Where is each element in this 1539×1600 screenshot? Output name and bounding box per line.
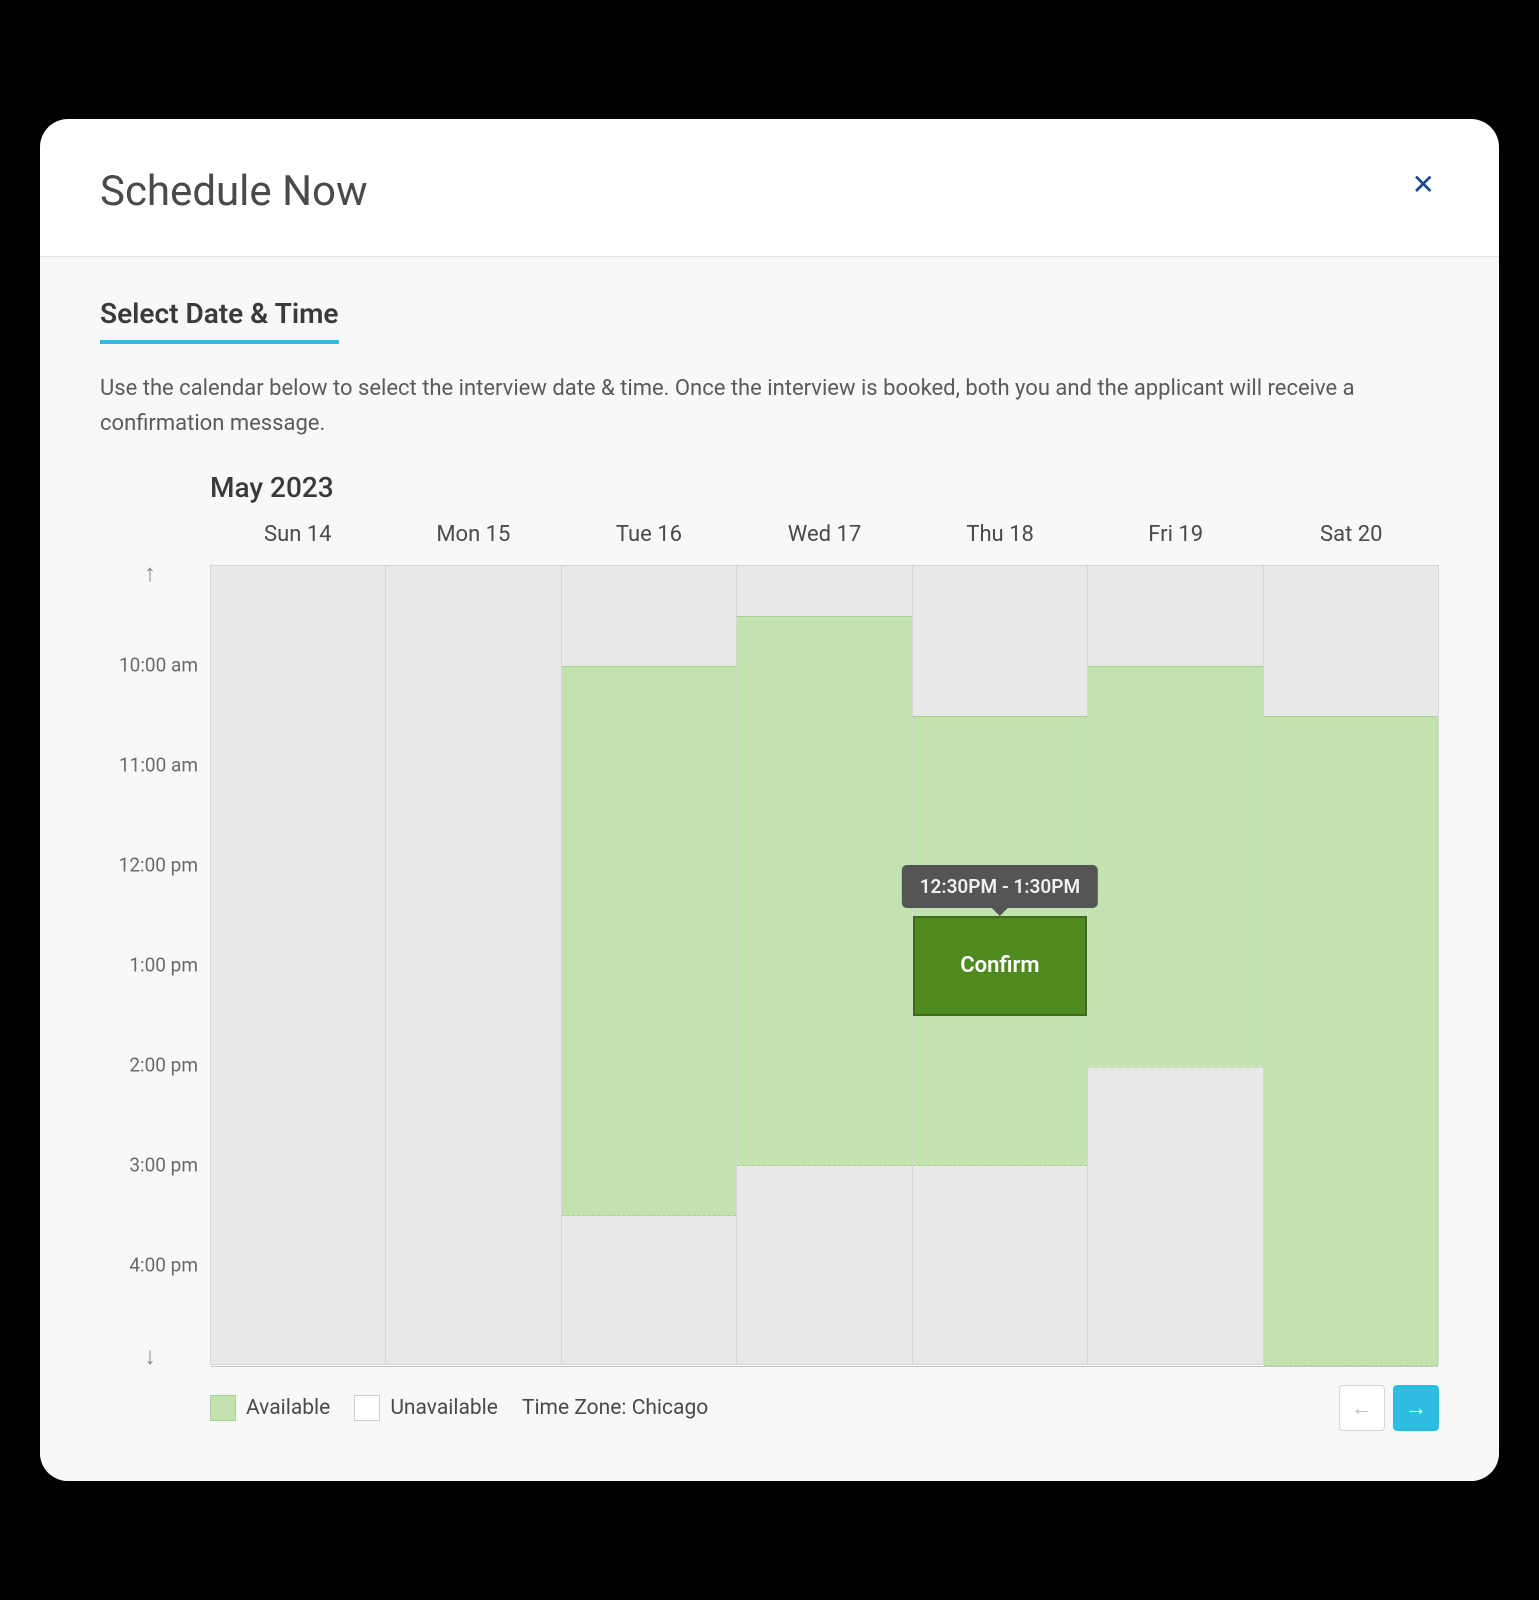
gridline (211, 1366, 1438, 1367)
time-label: 3:00 pm (129, 1153, 198, 1176)
schedule-modal: Schedule Now ✕ Select Date & Time Use th… (40, 119, 1499, 1480)
available-block[interactable] (737, 616, 911, 1166)
day-column[interactable]: Confirm12:30PM - 1:30PM (913, 566, 1088, 1364)
modal-title: Schedule Now (100, 167, 368, 216)
day-column[interactable] (1264, 566, 1438, 1364)
day-header: Sat 20 (1263, 522, 1439, 565)
time-axis: ↑ ↓ 10:00 am11:00 am12:00 pm1:00 pm2:00 … (100, 565, 210, 1365)
legend-unavailable-label: Unavailable (390, 1396, 498, 1420)
modal-header: Schedule Now ✕ (40, 119, 1499, 257)
week-pager: ← → (1339, 1385, 1439, 1431)
legend: Available Unavailable Time Zone: Chicago… (210, 1385, 1439, 1431)
day-column[interactable] (211, 566, 386, 1364)
available-block[interactable] (562, 666, 736, 1216)
calendar: May 2023 Sun 14Mon 15Tue 16Wed 17Thu 18F… (100, 471, 1439, 1431)
confirm-slot-button[interactable]: Confirm12:30PM - 1:30PM (913, 916, 1087, 1016)
section-title: Select Date & Time (100, 297, 339, 344)
month-label: May 2023 (210, 471, 1439, 504)
time-label: 4:00 pm (129, 1253, 198, 1276)
time-label: 2:00 pm (129, 1053, 198, 1076)
next-week-button[interactable]: → (1393, 1385, 1439, 1431)
time-label: 1:00 pm (129, 953, 198, 976)
legend-available-label: Available (246, 1396, 330, 1420)
section-description: Use the calendar below to select the int… (100, 372, 1439, 440)
day-column[interactable] (386, 566, 561, 1364)
legend-unavailable: Unavailable (354, 1395, 498, 1421)
prev-week-button[interactable]: ← (1339, 1385, 1385, 1431)
day-column[interactable] (1088, 566, 1263, 1364)
available-block[interactable] (1264, 716, 1438, 1366)
day-header: Mon 15 (386, 522, 562, 565)
day-column[interactable] (562, 566, 737, 1364)
calendar-grid[interactable]: Confirm12:30PM - 1:30PM (210, 565, 1439, 1365)
day-header: Tue 16 (561, 522, 737, 565)
legend-available: Available (210, 1395, 330, 1421)
time-label: 11:00 am (119, 753, 198, 776)
legend-timezone: Time Zone: Chicago (522, 1396, 708, 1420)
time-label: 12:00 pm (119, 853, 198, 876)
day-header: Sun 14 (210, 522, 386, 565)
modal-body: Select Date & Time Use the calendar belo… (40, 257, 1499, 1480)
calendar-grid-outer: ↑ ↓ 10:00 am11:00 am12:00 pm1:00 pm2:00 … (100, 565, 1439, 1365)
scroll-up-icon[interactable]: ↑ (144, 559, 156, 588)
day-header: Thu 18 (912, 522, 1088, 565)
close-icon[interactable]: ✕ (1408, 167, 1439, 203)
time-label: 10:00 am (119, 653, 198, 676)
available-block[interactable] (1088, 666, 1262, 1066)
time-tooltip: 12:30PM - 1:30PM (902, 865, 1098, 908)
timezone-label: Time Zone: Chicago (522, 1396, 708, 1420)
available-swatch (210, 1395, 236, 1421)
day-header: Wed 17 (737, 522, 913, 565)
scroll-down-icon[interactable]: ↓ (144, 1342, 156, 1371)
unavailable-swatch (354, 1395, 380, 1421)
day-column[interactable] (737, 566, 912, 1364)
day-headers: Sun 14Mon 15Tue 16Wed 17Thu 18Fri 19Sat … (210, 522, 1439, 565)
day-header: Fri 19 (1088, 522, 1264, 565)
